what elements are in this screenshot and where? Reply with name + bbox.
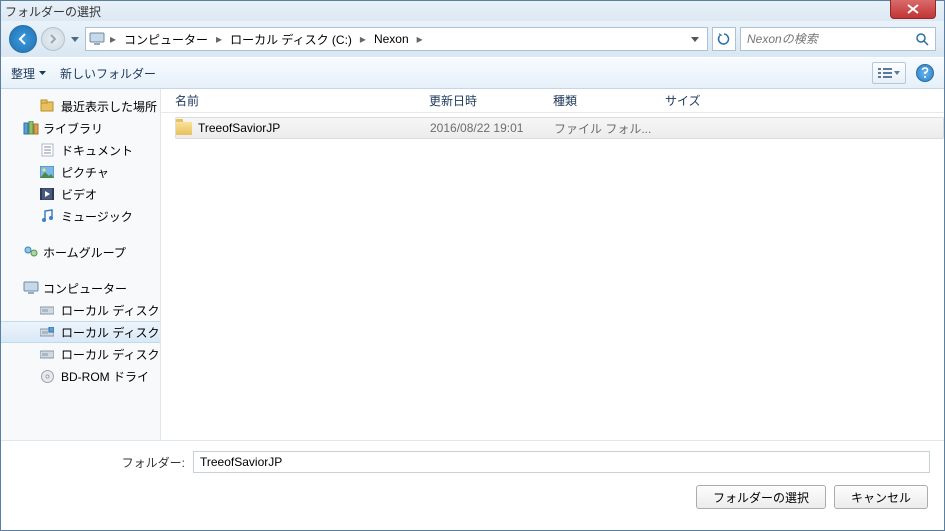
sidebar-item-disk[interactable]: ローカル ディスク [1,321,160,343]
disk-icon [39,346,55,362]
sidebar-label: ローカル ディスク [61,346,160,363]
new-folder-button[interactable]: 新しいフォルダー [60,65,156,82]
column-date[interactable]: 更新日時 [429,92,553,109]
arrow-right-icon [47,33,59,45]
homegroup-icon [23,245,39,259]
sidebar-label: BD-ROM ドライ [61,368,149,385]
sidebar-label: ホームグループ [43,244,126,261]
title-bar: フォルダーの選択 [1,1,944,21]
sidebar-item-documents[interactable]: ドキュメント [1,139,160,161]
disk-icon [39,324,55,340]
video-icon [39,186,55,202]
refresh-icon [717,32,731,46]
sidebar: 最近表示した場所 ライブラリ ドキュメント ピクチャ ビデオ ミュ [1,89,161,440]
sidebar-label: ライブラリ [43,120,103,137]
refresh-button[interactable] [712,27,736,51]
sidebar-label: ローカル ディスク [61,324,160,341]
computer-icon [88,30,106,48]
breadcrumb-separator: ▸ [214,32,224,46]
folder-label: フォルダー: [15,454,185,471]
sidebar-label: 最近表示した場所 [61,98,157,115]
document-icon [39,142,55,158]
file-date: 2016/08/22 19:01 [430,121,554,135]
breadcrumb-separator: ▸ [358,32,368,46]
file-row[interactable]: TreeofSaviorJP 2016/08/22 19:01 ファイル フォル… [175,117,944,139]
search-icon [915,32,929,46]
column-type[interactable]: 種類 [553,92,665,109]
sidebar-item-recent[interactable]: 最近表示した場所 [1,95,160,117]
sidebar-label: ビデオ [61,186,97,203]
navigation-bar: ▸ コンピューター ▸ ローカル ディスク (C:) ▸ Nexon ▸ [1,21,944,57]
view-icon [878,67,892,79]
view-mode-button[interactable] [872,62,906,84]
cancel-button[interactable]: キャンセル [834,485,928,509]
sidebar-group-homegroup[interactable]: ホームグループ [1,241,160,263]
pictures-icon [39,164,55,180]
sidebar-label: ローカル ディスク [61,302,160,319]
sidebar-label: ドキュメント [61,142,133,159]
breadcrumb-item[interactable]: ローカル ディスク (C:) [226,29,356,49]
sidebar-label: ミュージック [61,208,133,225]
column-header: 名前 更新日時 種類 サイズ [161,89,944,113]
file-type: ファイル フォル... [554,120,666,137]
toolbar: 整理 新しいフォルダー [1,57,944,89]
window-title: フォルダーの選択 [5,3,101,20]
sidebar-item-videos[interactable]: ビデオ [1,183,160,205]
chevron-down-icon [71,37,79,42]
music-icon [39,208,55,224]
chevron-down-icon [691,37,699,42]
file-name: TreeofSaviorJP [198,121,280,135]
breadcrumb[interactable]: ▸ コンピューター ▸ ローカル ディスク (C:) ▸ Nexon ▸ [85,27,708,51]
recent-icon [39,98,55,114]
sidebar-group-library[interactable]: ライブラリ [1,117,160,139]
back-button[interactable] [9,25,37,53]
chevron-down-icon [39,71,46,75]
library-icon [23,121,39,135]
arrow-left-icon [16,32,30,46]
main-area: 最近表示した場所 ライブラリ ドキュメント ピクチャ ビデオ ミュ [1,89,944,440]
breadcrumb-separator: ▸ [108,32,118,46]
disk-icon [39,302,55,318]
folder-input[interactable] [193,451,930,473]
breadcrumb-item[interactable]: コンピューター [120,29,212,49]
search-box[interactable] [740,27,936,51]
history-dropdown[interactable] [69,37,81,42]
column-name[interactable]: 名前 [175,92,429,109]
sidebar-label: ピクチャ [61,164,109,181]
sidebar-item-bdrom[interactable]: BD-ROM ドライ [1,365,160,387]
file-list: 名前 更新日時 種類 サイズ TreeofSaviorJP 2016/08/22… [161,89,944,440]
sidebar-group-computer[interactable]: コンピューター [1,277,160,299]
button-row: フォルダーの選択 キャンセル [15,485,930,509]
sidebar-item-music[interactable]: ミュージック [1,205,160,227]
organize-menu[interactable]: 整理 [11,65,46,82]
disc-icon [39,368,55,384]
search-input[interactable] [747,32,915,46]
help-button[interactable] [916,64,934,82]
file-name-cell: TreeofSaviorJP [176,121,430,135]
folder-icon [176,122,192,135]
sidebar-label: コンピューター [43,280,127,297]
column-size[interactable]: サイズ [665,92,944,109]
chevron-down-icon [894,71,900,75]
folder-field-row: フォルダー: [15,451,930,473]
close-icon [907,4,919,14]
breadcrumb-dropdown[interactable] [685,37,705,42]
bottom-panel: フォルダー: フォルダーの選択 キャンセル [1,440,944,530]
sidebar-item-pictures[interactable]: ピクチャ [1,161,160,183]
file-rows: TreeofSaviorJP 2016/08/22 19:01 ファイル フォル… [161,113,944,440]
close-button[interactable] [890,0,936,19]
sidebar-item-disk[interactable]: ローカル ディスク [1,343,160,365]
help-icon [920,67,930,79]
breadcrumb-item[interactable]: Nexon [370,29,413,49]
breadcrumb-separator: ▸ [415,32,425,46]
select-folder-button[interactable]: フォルダーの選択 [696,485,826,509]
sidebar-item-disk[interactable]: ローカル ディスク [1,299,160,321]
forward-button[interactable] [41,27,65,51]
computer-icon [23,281,39,295]
